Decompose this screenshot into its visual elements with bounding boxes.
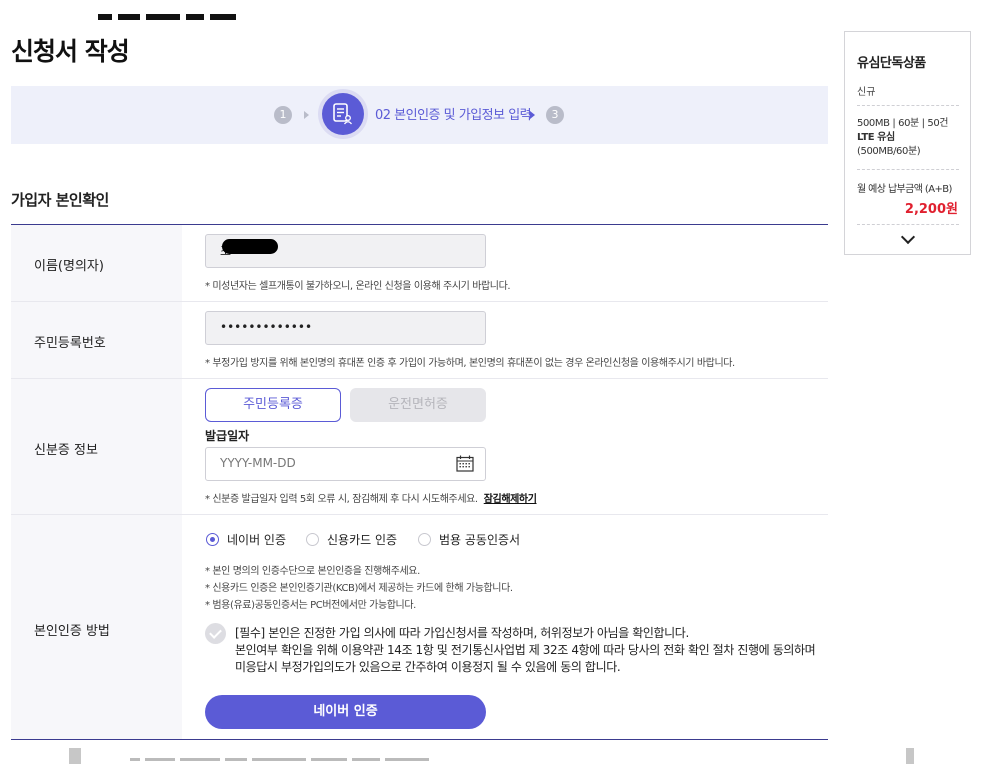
- step-1-dot: 1: [274, 106, 292, 124]
- plan-details: 500MB | 60분 | 50건 LTE 유심 (500MB/60분): [857, 117, 948, 159]
- driver-license-button[interactable]: 운전면허증: [350, 388, 486, 422]
- rrn-field[interactable]: [205, 311, 486, 345]
- id-note-text: * 신분증 발급일자 입력 5회 오류 시, 잠김해제 후 다시 시도해주세요.: [205, 494, 478, 505]
- step-3-dot: 3: [546, 106, 564, 124]
- row-divider: [11, 301, 828, 302]
- dashed-divider: [857, 224, 959, 225]
- monthly-fee-value: 2,200원: [904, 202, 958, 217]
- naver-auth-button[interactable]: 네이버 인증: [205, 695, 486, 729]
- cropped-text-fragment: [130, 756, 450, 764]
- page-title: 신청서 작성: [11, 37, 130, 66]
- agree-checkbox[interactable]: [205, 623, 226, 644]
- auth-row-label: 본인인증 방법: [34, 624, 110, 639]
- subscription-type: 신규: [857, 87, 876, 98]
- dashed-divider: [857, 169, 959, 170]
- chevron-down-icon[interactable]: [900, 229, 916, 245]
- radio-naver-auth[interactable]: 네이버 인증: [206, 531, 286, 548]
- rrn-input[interactable]: [206, 312, 450, 342]
- rrn-note: * 부정가입 방지를 위해 본인명의 휴대폰 인증 후 가입이 가능하며, 본인…: [205, 358, 735, 369]
- scroll-edge-marker: [906, 748, 914, 764]
- radio-dot-icon[interactable]: [206, 533, 219, 546]
- section-title: 가입자 본인확인: [11, 191, 109, 209]
- radio-label: 신용카드 인증: [327, 533, 398, 547]
- product-title: 유심단독상품: [857, 56, 926, 71]
- monthly-fee-label: 월 예상 납부금액 (A+B): [857, 184, 952, 195]
- step-current-icon: [322, 93, 364, 135]
- radio-label: 범용 공동인증서: [439, 533, 521, 547]
- id-note: * 신분증 발급일자 입력 5회 오류 시, 잠김해제 후 다시 시도해주세요.…: [205, 490, 537, 505]
- section-bottom-border: [11, 739, 828, 740]
- plan-line: 500MB | 60분 | 50건: [857, 118, 949, 129]
- radio-dot-icon[interactable]: [418, 533, 431, 546]
- auth-note: * 본인 명의의 인증수단으로 본인인증을 진행해주세요.: [205, 566, 420, 577]
- agree-text: [필수] 본인은 진정한 가입 의사에 따라 가입신청서를 작성하며, 허위정보…: [235, 625, 816, 676]
- row-divider: [11, 378, 828, 379]
- radio-dot-icon[interactable]: [306, 533, 319, 546]
- form-label-column: [11, 225, 182, 739]
- cropped-heading-fragment: [98, 8, 268, 20]
- radio-public-cert-auth[interactable]: 범용 공동인증서: [418, 531, 520, 548]
- radio-credit-card-auth[interactable]: 신용카드 인증: [306, 531, 397, 548]
- name-row-label: 이름(명의자): [34, 259, 104, 274]
- order-summary-panel: 유심단독상품 신규 500MB | 60분 | 50건 LTE 유심 (500M…: [844, 31, 971, 255]
- issue-date-input[interactable]: [206, 448, 450, 478]
- agree-line: 본인여부 확인을 위해 이용약관 14조 1항 및 전기통신사업법 제 32조 …: [235, 643, 816, 657]
- agree-line: 미응답시 부정가입의도가 있음으로 간주하여 이용정지 될 수 있음에 동의 합…: [235, 660, 621, 674]
- auth-note: * 신용카드 인증은 본인인증기관(KCB)에서 제공하는 카드에 한해 가능합…: [205, 583, 513, 594]
- issue-date-field[interactable]: [205, 447, 486, 481]
- redacted-name-mask: [222, 239, 278, 254]
- step-arrow-icon: [530, 111, 535, 119]
- plan-line: LTE 유심: [857, 132, 895, 143]
- step-arrow-icon: [304, 111, 309, 119]
- document-person-icon: [333, 103, 353, 125]
- radio-label: 네이버 인증: [227, 533, 287, 547]
- plan-line: (500MB/60분): [857, 146, 921, 157]
- unlock-link[interactable]: 잠김해제하기: [484, 494, 537, 505]
- id-row-label: 신분증 정보: [34, 443, 98, 458]
- agree-line: [필수] 본인은 진정한 가입 의사에 따라 가입신청서를 작성하며, 허위정보…: [235, 626, 689, 640]
- row-divider: [11, 514, 828, 515]
- dashed-divider: [857, 105, 959, 106]
- rrn-row-label: 주민등록번호: [34, 336, 106, 351]
- issue-date-label: 발급일자: [205, 429, 250, 443]
- auth-note: * 범용(유료)공동인증서는 PC버전에서만 가능합니다.: [205, 600, 416, 611]
- resident-card-button[interactable]: 주민등록증: [205, 388, 341, 422]
- scroll-edge-marker: [69, 748, 81, 764]
- step-current-label: 02 본인인증 및 가입정보 입력: [375, 108, 532, 123]
- name-note: * 미성년자는 셀프개통이 불가하오니, 온라인 신청을 이용해 주시기 바랍니…: [205, 281, 511, 292]
- calendar-icon[interactable]: [456, 455, 474, 472]
